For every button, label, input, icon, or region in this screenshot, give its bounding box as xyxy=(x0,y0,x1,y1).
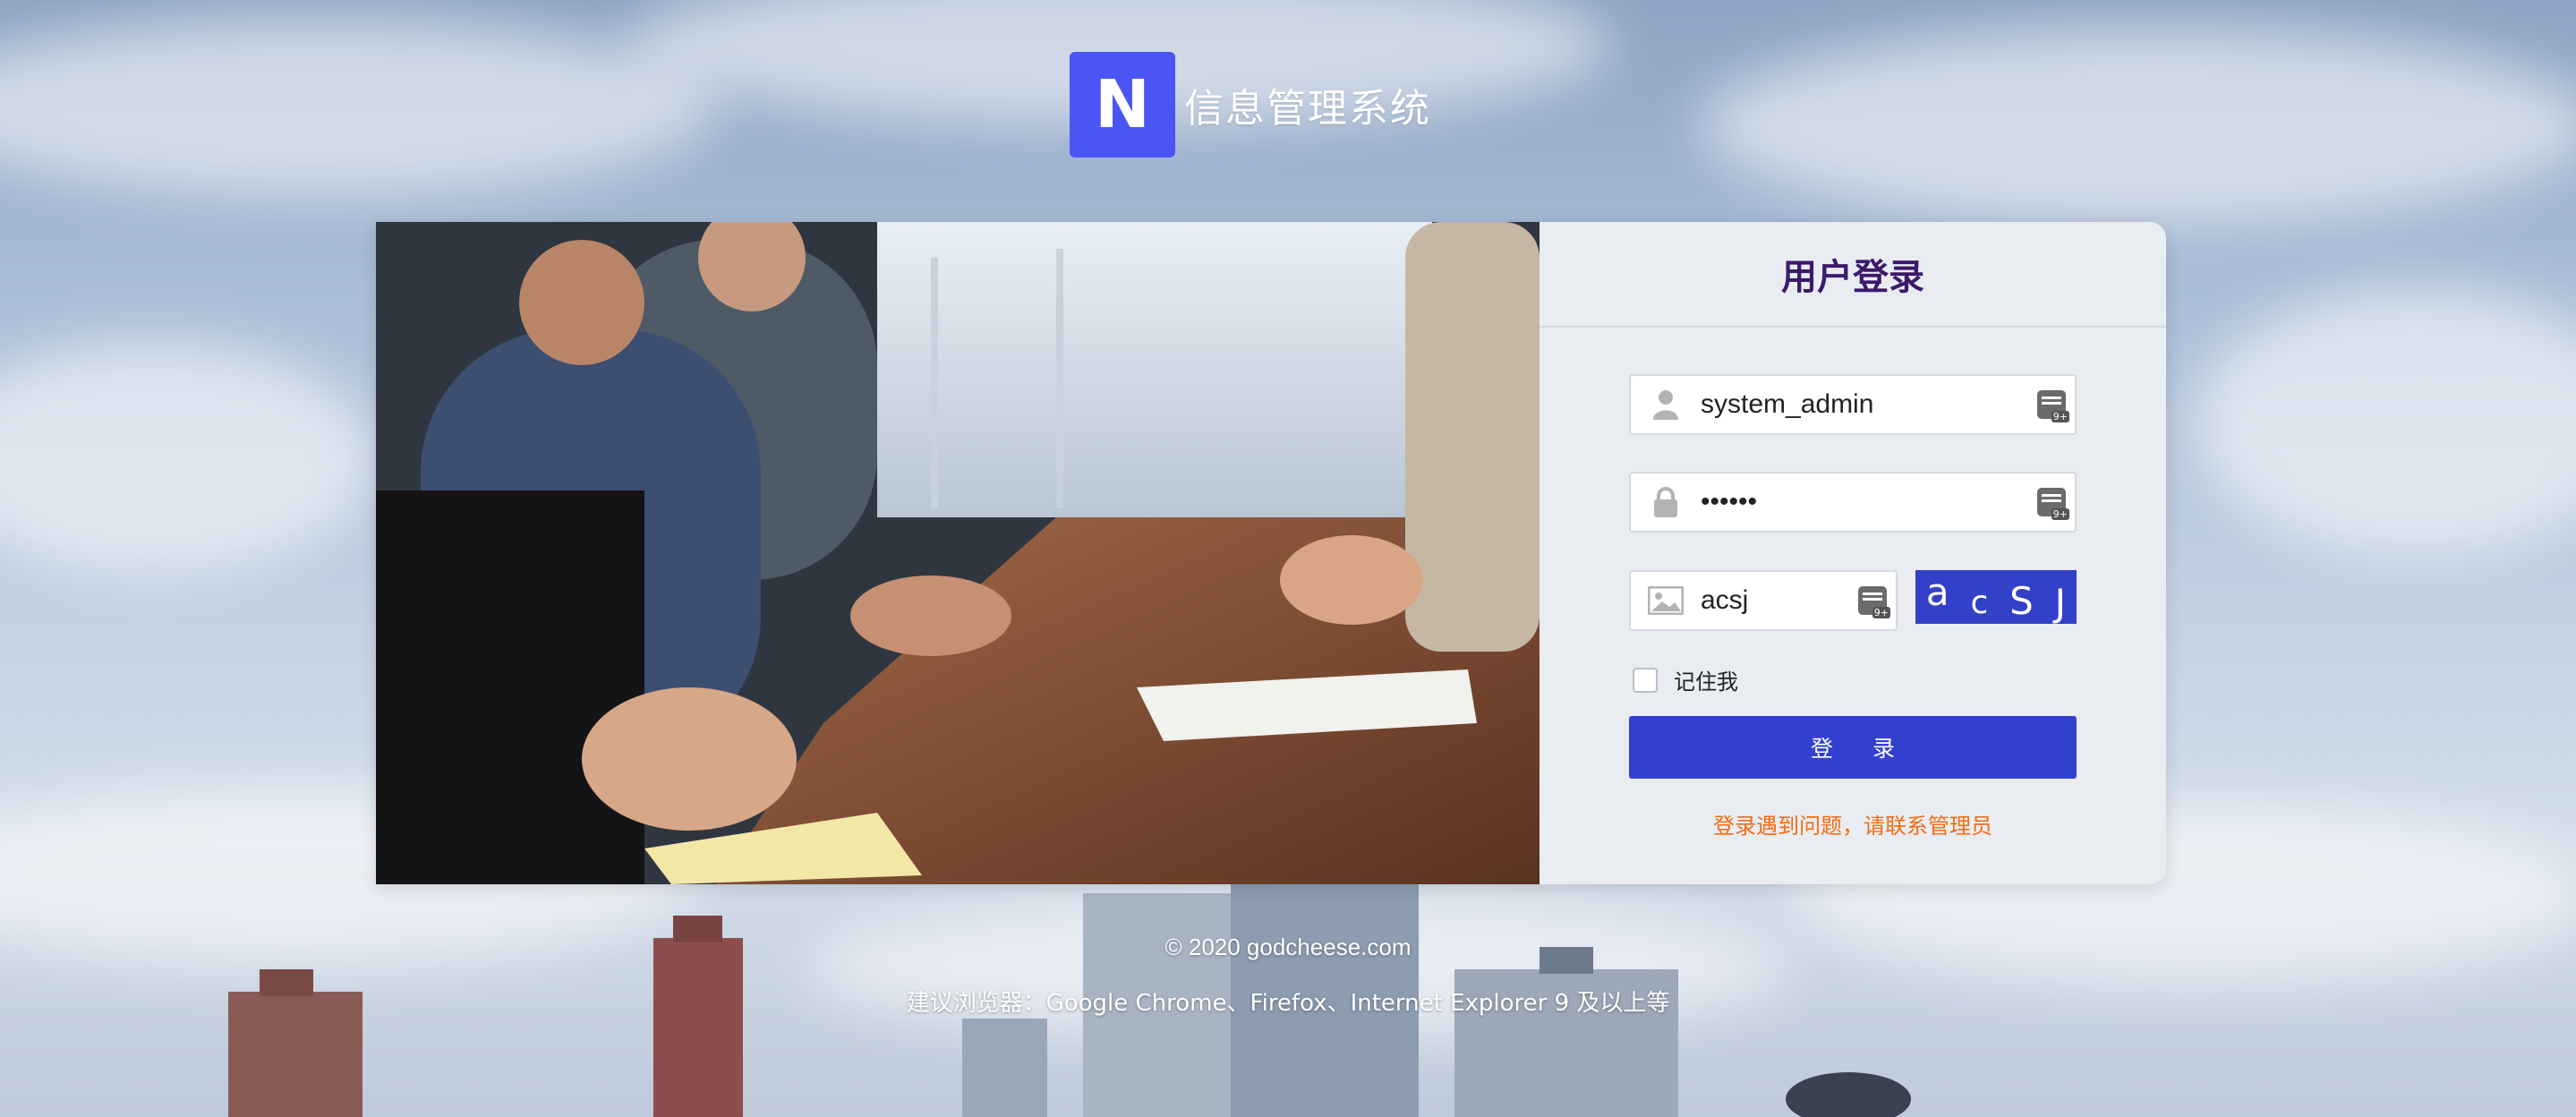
keyboard-icon[interactable] xyxy=(1858,586,1890,618)
keyboard-icon[interactable] xyxy=(2037,390,2069,422)
remember-label: 记住我 xyxy=(1674,669,1738,695)
system-title: 信息管理系统 xyxy=(1184,86,1431,132)
image-icon xyxy=(1631,586,1701,615)
captcha-field[interactable]: acsj xyxy=(1629,570,1898,631)
browser-recommendation: 建议浏览器：Google Chrome、Firefox、Internet Exp… xyxy=(906,990,1670,1017)
password-value[interactable]: •••••• xyxy=(1701,487,2028,517)
captcha-image[interactable]: a c S J xyxy=(1915,569,2077,625)
meeting-illustration xyxy=(376,222,1540,884)
login-button[interactable]: 登 录 xyxy=(1629,716,2077,779)
username-value[interactable]: system_admin xyxy=(1701,389,2028,420)
login-panel: 用户登录 system_admin •••••• acsj a c S xyxy=(1540,222,2166,884)
captcha-value[interactable]: acsj xyxy=(1701,585,1849,616)
keyboard-icon[interactable] xyxy=(2037,488,2069,520)
logo-icon: N xyxy=(1070,52,1175,158)
user-icon xyxy=(1631,389,1701,420)
copyright: © 2020 godcheese.com xyxy=(1164,934,1412,960)
password-field[interactable]: •••••• xyxy=(1629,472,2077,533)
remember-checkbox[interactable] xyxy=(1633,667,1658,693)
remember-me[interactable]: 记住我 xyxy=(1633,664,1738,695)
brand-logo: N 信息管理系统 xyxy=(1070,52,1431,158)
username-field[interactable]: system_admin xyxy=(1629,374,2077,435)
captcha-char: a xyxy=(1925,569,1949,614)
help-link[interactable]: 登录遇到问题，请联系管理员 xyxy=(1540,808,2166,840)
lock-icon xyxy=(1631,487,1701,517)
login-title: 用户登录 xyxy=(1540,222,2166,328)
captcha-char: c xyxy=(1970,584,1989,621)
captcha-char: J xyxy=(2054,580,2067,625)
login-card: 用户登录 system_admin •••••• acsj a c S xyxy=(376,222,2166,884)
hero-photo xyxy=(376,222,1540,884)
captcha-char: S xyxy=(2009,578,2034,623)
